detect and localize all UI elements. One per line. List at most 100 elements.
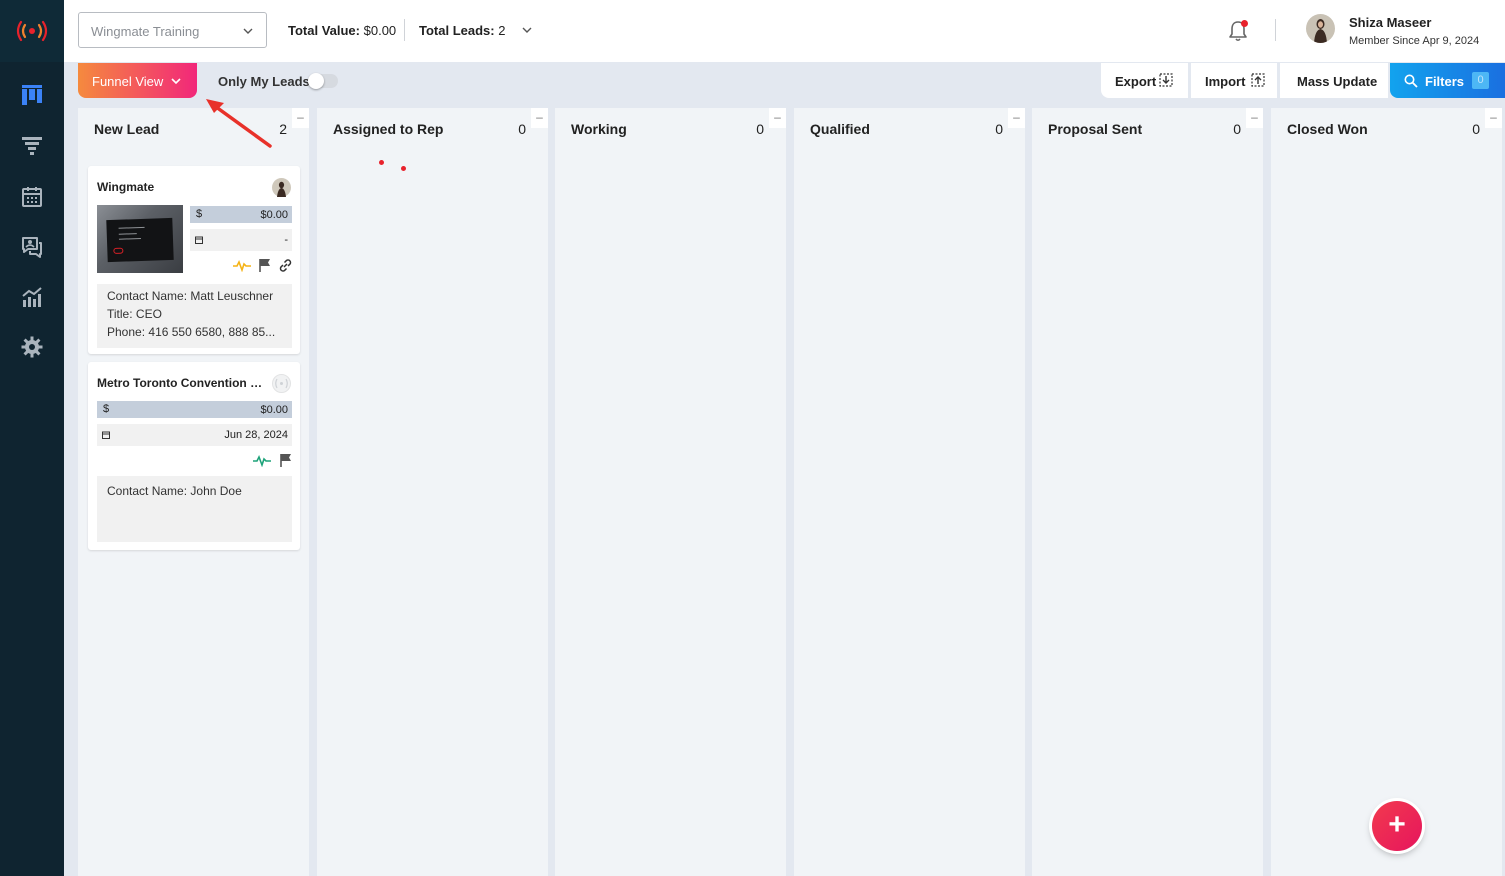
lead-card-title: Wingmate bbox=[97, 180, 155, 194]
contact-phone: 416 550 6580, 888 85... bbox=[148, 325, 276, 339]
contact-phone-label: Phone: bbox=[107, 325, 146, 339]
import-icon bbox=[1251, 73, 1265, 87]
column-title: Proposal Sent bbox=[1048, 121, 1143, 137]
calendar-icon bbox=[195, 236, 203, 244]
search-icon bbox=[1404, 74, 1418, 88]
lead-date-row: - bbox=[190, 229, 292, 251]
user-name[interactable]: Shiza Maseer bbox=[1349, 15, 1431, 30]
contact-phone-line: Phone: 416 550 6580, 888 85... bbox=[107, 323, 282, 341]
business-card-graphic bbox=[106, 217, 174, 263]
column-assigned-to-rep: Assigned to Rep 0 – bbox=[317, 108, 548, 876]
contact-title-line: Title: CEO bbox=[107, 305, 282, 323]
column-title: Working bbox=[571, 121, 627, 137]
lead-card[interactable]: Metro Toronto Convention Ce... $ $0.00 J… bbox=[88, 362, 300, 550]
column-count: 0 bbox=[1233, 121, 1241, 137]
user-silhouette-icon bbox=[1314, 19, 1327, 43]
mass-update-label: Mass Update bbox=[1297, 74, 1378, 89]
avatar bbox=[272, 374, 291, 393]
annotation-arrow-icon bbox=[206, 99, 272, 148]
collapse-column-button[interactable]: – bbox=[1008, 108, 1025, 128]
lead-contact-info: Contact Name: John Doe bbox=[97, 476, 292, 542]
settings-icon[interactable] bbox=[20, 335, 44, 359]
plus-icon: + bbox=[1388, 808, 1406, 841]
collapse-column-button[interactable]: – bbox=[531, 108, 548, 128]
import-label: Import bbox=[1205, 74, 1246, 89]
column-proposal-sent: Proposal Sent 0 – bbox=[1032, 108, 1263, 876]
lead-contact-info: Contact Name: Matt Leuschner Title: CEO … bbox=[97, 284, 292, 348]
column-title: Assigned to Rep bbox=[333, 121, 444, 137]
collapse-column-button[interactable]: – bbox=[1485, 108, 1502, 128]
lead-card[interactable]: Wingmate $ $0.00 - Contact Name: Matt Le… bbox=[88, 166, 300, 354]
lead-card-actions bbox=[253, 453, 293, 469]
business-card-image[interactable] bbox=[97, 205, 183, 273]
contact-title: CEO bbox=[135, 307, 162, 321]
export-button[interactable]: Export bbox=[1101, 63, 1188, 98]
loading-dot bbox=[379, 160, 384, 165]
lead-date: Jun 28, 2024 bbox=[224, 429, 288, 441]
funnel-view-label: Funnel View bbox=[92, 74, 164, 89]
collapse-column-button[interactable]: – bbox=[292, 108, 309, 128]
column-new-lead: New Lead 2 – Wingmate $ $0.00 - Contact … bbox=[78, 108, 309, 876]
contact-name: Matt Leuschner bbox=[190, 289, 274, 303]
kanban-icon[interactable] bbox=[20, 83, 44, 107]
activity-icon[interactable] bbox=[233, 258, 251, 272]
activity-icon[interactable] bbox=[253, 453, 271, 467]
lead-card-actions bbox=[233, 258, 293, 274]
header-divider bbox=[404, 19, 405, 41]
calendar-icon bbox=[102, 431, 110, 439]
link-icon[interactable] bbox=[278, 258, 293, 273]
chat-icon[interactable] bbox=[20, 235, 44, 259]
mass-update-button[interactable]: Mass Update bbox=[1280, 63, 1388, 98]
import-button[interactable]: Import bbox=[1191, 63, 1277, 98]
column-title: New Lead bbox=[94, 121, 160, 137]
loading-dot bbox=[401, 166, 406, 171]
column-title: Qualified bbox=[810, 121, 870, 137]
board-select[interactable]: Wingmate Training bbox=[78, 12, 267, 48]
add-lead-button[interactable]: + bbox=[1372, 801, 1422, 851]
top-bar: Wingmate Training Total Value: $0.00 Tot… bbox=[64, 0, 1505, 62]
avatar[interactable] bbox=[1306, 14, 1335, 43]
flag-icon[interactable] bbox=[279, 453, 293, 467]
column-qualified: Qualified 0 – bbox=[794, 108, 1025, 876]
funnel-icon[interactable] bbox=[20, 134, 44, 158]
chevron-down-icon[interactable] bbox=[521, 24, 533, 36]
export-label: Export bbox=[1115, 74, 1157, 89]
only-my-leads-label: Only My Leads bbox=[218, 74, 310, 89]
flag-icon[interactable] bbox=[258, 258, 272, 272]
collapse-column-button[interactable]: – bbox=[1246, 108, 1263, 128]
column-working: Working 0 – bbox=[555, 108, 786, 876]
wingmate-logo-icon[interactable] bbox=[14, 18, 50, 44]
user-member-since: Member Since Apr 9, 2024 bbox=[1349, 35, 1480, 47]
lead-value: $0.00 bbox=[260, 404, 288, 416]
funnel-view-button[interactable]: Funnel View bbox=[78, 63, 197, 98]
lead-date: - bbox=[284, 234, 288, 246]
column-count: 0 bbox=[995, 121, 1003, 137]
column-count: 0 bbox=[1472, 121, 1480, 137]
calendar-icon[interactable] bbox=[20, 185, 44, 209]
contact-name-line: Contact Name: Matt Leuschner bbox=[107, 287, 282, 305]
lead-date-row: Jun 28, 2024 bbox=[97, 424, 292, 446]
total-leads-label: Total Leads: bbox=[419, 23, 495, 38]
lead-card-title: Metro Toronto Convention Ce... bbox=[97, 376, 269, 390]
filters-label: Filters bbox=[1425, 74, 1465, 89]
column-title: Closed Won bbox=[1287, 121, 1368, 137]
total-leads: Total Leads: 2 bbox=[419, 23, 505, 38]
filters-button[interactable]: Filters 0 bbox=[1390, 63, 1505, 98]
total-leads-count: 2 bbox=[498, 23, 506, 38]
wingmate-logo-icon bbox=[275, 378, 288, 389]
contact-name-line: Contact Name: John Doe bbox=[107, 482, 282, 500]
total-value: Total Value: $0.00 bbox=[288, 23, 396, 38]
header-divider bbox=[1275, 19, 1276, 41]
currency-symbol: $ bbox=[196, 208, 203, 220]
contact-name-label: Contact Name: bbox=[107, 484, 188, 498]
contact-name-label: Contact Name: bbox=[107, 289, 188, 303]
lead-value-row: $ $0.00 bbox=[190, 206, 292, 223]
notification-dot bbox=[1241, 20, 1248, 27]
contact-title-label: Title: bbox=[107, 307, 133, 321]
column-count: 2 bbox=[279, 121, 287, 137]
analytics-icon[interactable] bbox=[20, 285, 44, 309]
only-my-leads-toggle[interactable] bbox=[308, 73, 338, 89]
chevron-down-icon bbox=[171, 78, 181, 85]
collapse-column-button[interactable]: – bbox=[769, 108, 786, 128]
column-count: 0 bbox=[518, 121, 526, 137]
